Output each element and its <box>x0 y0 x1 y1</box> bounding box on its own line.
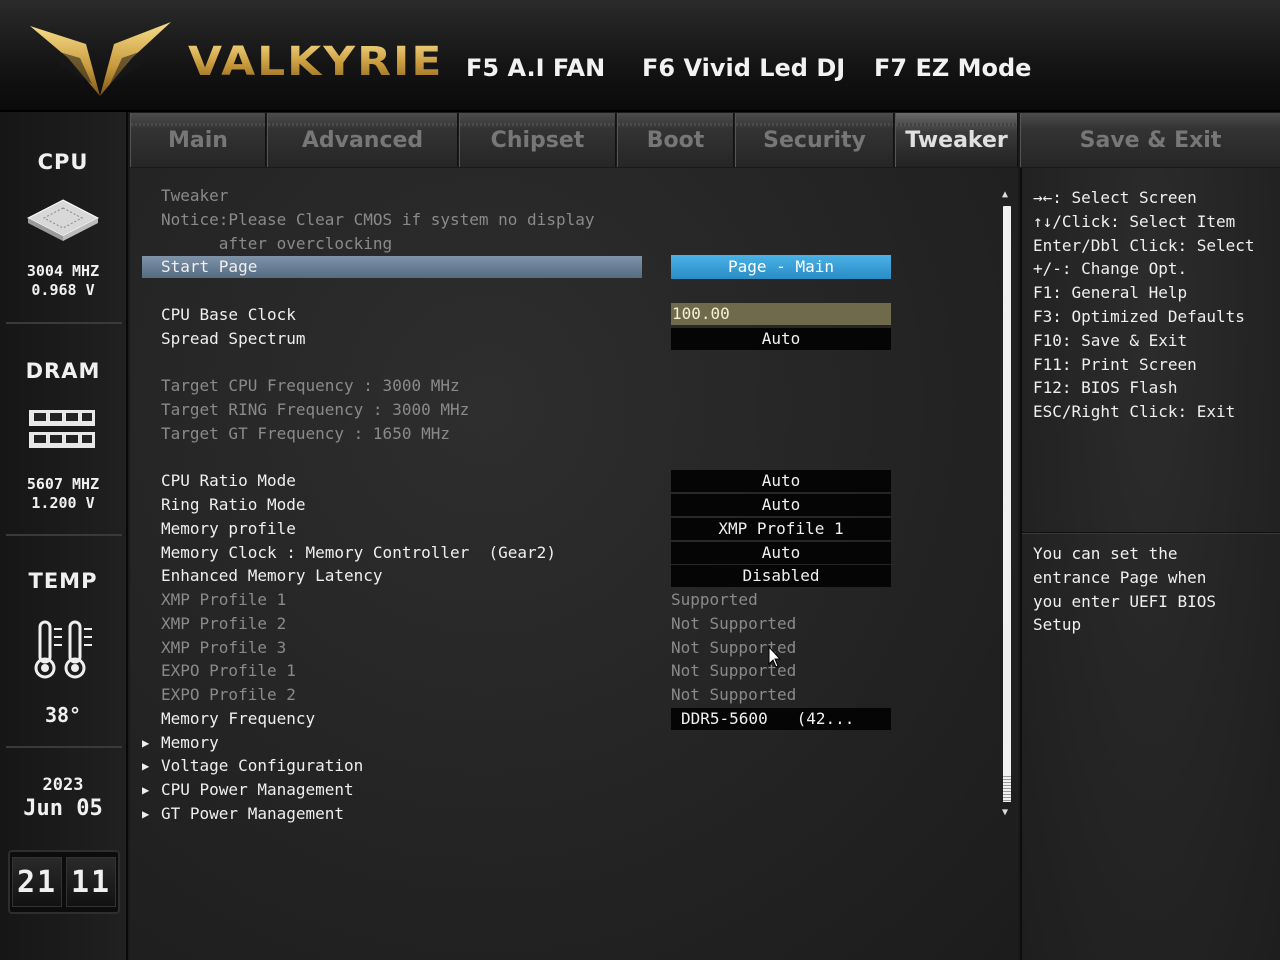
target-gt-frequency: Target GT Frequency : 1650 MHz <box>161 424 450 443</box>
submenu-arrow-icon: ▶ <box>142 759 150 773</box>
tab-main[interactable]: Main <box>130 113 266 167</box>
help-change-opt: +/-: Change Opt. <box>1033 259 1188 279</box>
cpu-ratio-mode-label: CPU Ratio Mode <box>161 471 296 490</box>
expo-profile-2-label: EXPO Profile 2 <box>161 685 296 704</box>
help-save-exit: F10: Save & Exit <box>1033 330 1188 350</box>
cpu-base-clock-input[interactable]: 100.00 <box>671 303 891 325</box>
thermometer-icon <box>34 620 92 679</box>
item-description-line: You can set the <box>1033 544 1178 563</box>
sidebar-divider <box>6 746 122 748</box>
temp-title: TEMP <box>28 569 98 593</box>
sidebar-divider <box>6 534 122 536</box>
hotkey-ai-fan[interactable]: F5 A.I FAN <box>466 54 605 82</box>
memory-clock-label: Memory Clock : Memory Controller (Gear2) <box>161 543 556 562</box>
cpu-chip-icon <box>26 199 100 241</box>
scroll-up-icon[interactable]: ▲ <box>1002 190 1012 200</box>
help-enter-select: Enter/Dbl Click: Select <box>1033 235 1255 255</box>
memory-frequency-select[interactable]: DDR5-5600 (42... <box>671 708 891 730</box>
submenu-gt-power-management[interactable]: GT Power Management <box>161 804 344 824</box>
target-ring-frequency: Target RING Frequency : 3000 MHz <box>161 400 470 419</box>
dram-frequency: 5607 MHZ <box>26 475 100 493</box>
tab-advanced[interactable]: Advanced <box>267 113 458 167</box>
date-month-day: Jun 05 <box>23 796 103 821</box>
item-description-line: entrance Page when <box>1033 567 1207 587</box>
target-cpu-frequency: Target CPU Frequency : 3000 MHz <box>161 376 460 395</box>
help-general-help: F1: General Help <box>1033 283 1188 303</box>
hotkey-vivid-led-dj[interactable]: F6 Vivid Led DJ <box>642 54 845 82</box>
enhanced-memory-latency-select[interactable]: Disabled <box>671 565 891 587</box>
notice-text: Notice:Please Clear CMOS if system no di… <box>161 210 595 229</box>
spread-spectrum-label: Spread Spectrum <box>161 329 306 348</box>
sidebar-divider <box>6 322 122 324</box>
submenu-arrow-icon: ▶ <box>142 736 150 750</box>
help-bios-flash: F12: BIOS Flash <box>1033 378 1178 398</box>
scrollbar-track[interactable] <box>1003 206 1011 802</box>
flip-clock: 21 11 <box>8 850 120 914</box>
start-page-select[interactable]: Page - Main <box>671 255 891 279</box>
submenu-voltage-configuration[interactable]: Voltage Configuration <box>161 756 363 776</box>
cpu-base-clock-label: CPU Base Clock <box>161 305 296 324</box>
tab-security[interactable]: Security <box>735 113 894 167</box>
clock-hours: 21 <box>12 857 62 907</box>
scrollbar-grip[interactable] <box>1003 776 1011 802</box>
settings-panel: Tweaker Notice:Please Clear CMOS if syst… <box>130 168 1018 960</box>
scroll-down-icon[interactable]: ▼ <box>1002 808 1012 818</box>
help-select-screen: →←: Select Screen <box>1033 188 1197 207</box>
help-optimized-defaults: F3: Optimized Defaults <box>1033 307 1245 326</box>
mouse-cursor-icon <box>768 646 782 668</box>
item-description-line: Setup <box>1033 615 1082 635</box>
xmp-profile-2-label: XMP Profile 2 <box>161 614 287 633</box>
expo-profile-2-status: Not Supported <box>671 685 797 704</box>
spread-spectrum-select[interactable]: Auto <box>671 328 891 350</box>
memory-clock-select[interactable]: Auto <box>671 542 891 564</box>
tab-tweaker[interactable]: Tweaker <box>895 113 1018 167</box>
memory-frequency-label: Memory Frequency <box>161 709 316 728</box>
header-bar: VALKYRIE F5 A.I FAN F6 Vivid Led DJ F7 E… <box>0 0 1280 112</box>
enhanced-memory-latency-label: Enhanced Memory Latency <box>161 566 383 585</box>
cpu-voltage: 0.968 V <box>31 281 95 299</box>
dram-module-icon <box>29 410 95 448</box>
vertical-scrollbar[interactable]: ▲ ▼ <box>1002 190 1012 822</box>
date-year: 2023 <box>42 775 84 795</box>
cpu-ratio-mode-select[interactable]: Auto <box>671 470 891 492</box>
tab-bar: Main Advanced Chipset Boot Security Twea… <box>130 113 1018 167</box>
status-sidebar: CPU 3004 MHZ 0.968 V DRAM 5607 MHZ 1.200… <box>0 112 128 960</box>
cpu-frequency: 3004 MHZ <box>26 262 100 280</box>
tab-chipset[interactable]: Chipset <box>459 113 616 167</box>
memory-profile-select[interactable]: XMP Profile 1 <box>671 518 891 540</box>
submenu-arrow-icon: ▶ <box>142 807 150 821</box>
xmp-profile-3-label: XMP Profile 3 <box>161 638 287 657</box>
dram-voltage: 1.200 V <box>31 494 95 512</box>
tab-save-exit[interactable]: Save & Exit <box>1020 113 1280 167</box>
help-exit: ESC/Right Click: Exit <box>1033 402 1236 422</box>
submenu-cpu-power-management[interactable]: CPU Power Management <box>161 780 354 800</box>
ring-ratio-mode-label: Ring Ratio Mode <box>161 495 306 514</box>
notice-text-cont: after overclocking <box>161 234 393 253</box>
brand-logo-text: VALKYRIE <box>188 38 444 85</box>
xmp-profile-1-status: Supported <box>671 590 758 609</box>
xmp-profile-1-label: XMP Profile 1 <box>161 590 287 609</box>
help-panel: →←: Select Screen ↑↓/Click: Select Item … <box>1020 168 1280 960</box>
xmp-profile-2-status: Not Supported <box>671 614 797 633</box>
clock-minutes: 11 <box>66 857 116 907</box>
expo-profile-1-label: EXPO Profile 1 <box>161 661 296 680</box>
hotkey-ez-mode[interactable]: F7 EZ Mode <box>874 54 1031 82</box>
valkyrie-wings-logo <box>30 22 171 96</box>
item-description-line: you enter UEFI BIOS <box>1033 591 1217 611</box>
submenu-arrow-icon: ▶ <box>142 783 150 797</box>
memory-profile-label: Memory profile <box>161 519 296 538</box>
tab-boot[interactable]: Boot <box>617 113 734 167</box>
help-print-screen: F11: Print Screen <box>1033 354 1197 374</box>
submenu-memory[interactable]: Memory <box>161 733 219 753</box>
start-page-label[interactable]: Start Page <box>161 257 257 277</box>
ring-ratio-mode-select[interactable]: Auto <box>671 494 891 516</box>
temperature-value: 38° <box>44 703 82 727</box>
help-divider <box>1022 532 1280 534</box>
section-title: Tweaker <box>161 186 229 205</box>
cpu-title: CPU <box>37 150 89 174</box>
help-select-item: ↑↓/Click: Select Item <box>1033 211 1236 231</box>
dram-title: DRAM <box>25 359 101 383</box>
